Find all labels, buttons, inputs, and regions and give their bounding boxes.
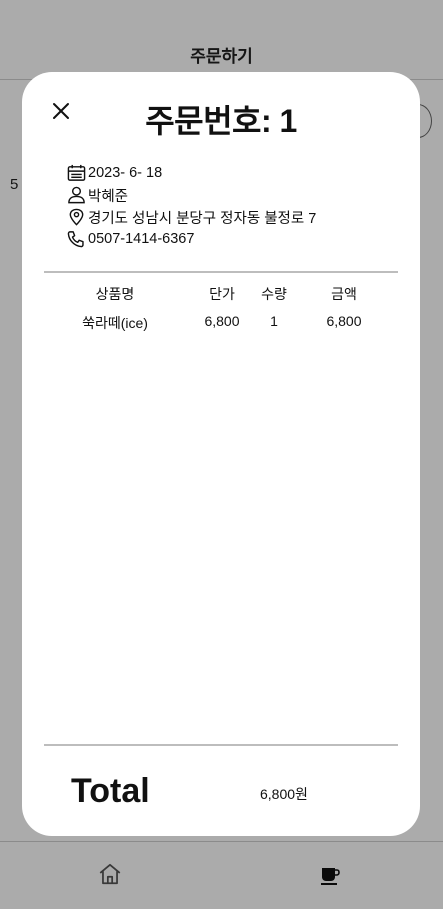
- order-date-row: 2023- 6- 18: [67, 162, 387, 184]
- header-product-name: 상품명: [95, 286, 135, 302]
- cell-product-name: 쑥라떼(ice): [82, 315, 148, 331]
- order-date: 2023- 6- 18: [88, 165, 163, 181]
- cell-unit-price: 6,800: [204, 313, 240, 329]
- address: 경기도 성남시 분당구 정자동 불정로 7: [88, 210, 317, 227]
- phone-icon: [67, 231, 84, 248]
- cell-amount: 6,800: [326, 313, 362, 329]
- total-value: 6,800원: [260, 786, 308, 802]
- header-unit-price: 단가: [209, 286, 235, 302]
- phone-row: 0507-1414-6367: [67, 228, 387, 250]
- phone-number: 0507-1414-6367: [88, 231, 195, 247]
- person-icon: [68, 186, 85, 204]
- total-label: Total: [71, 772, 150, 810]
- order-info: 2023- 6- 18 박혜준 경기도 성남시 분당구 정자동 불정로 7 05…: [67, 162, 387, 250]
- order-number-title: 주문번호: 1: [145, 103, 297, 139]
- order-detail-modal: 주문번호: 1 2023- 6- 18 박혜준 경기도 성남시 분당구 정자동 …: [22, 72, 420, 836]
- header-quantity: 수량: [261, 286, 287, 302]
- divider: [44, 271, 398, 273]
- header-amount: 금액: [331, 286, 357, 302]
- customer-row: 박혜준: [67, 184, 387, 206]
- divider: [44, 744, 398, 746]
- address-row: 경기도 성남시 분당구 정자동 불정로 7: [67, 206, 387, 228]
- calendar-icon: [67, 164, 86, 181]
- cell-quantity: 1: [270, 313, 278, 329]
- customer-name: 박혜준: [88, 188, 129, 205]
- location-pin-icon: [69, 208, 84, 226]
